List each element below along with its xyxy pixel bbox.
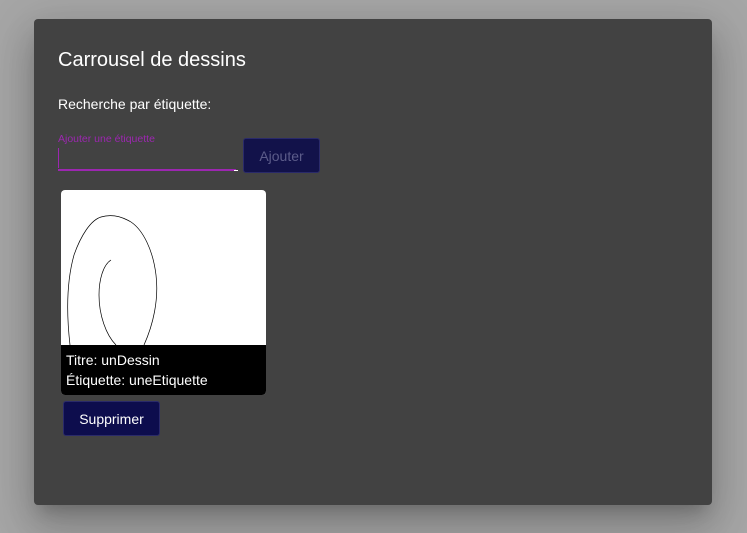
tag-field-underline-tail (234, 170, 238, 171)
drawing-caption: Titre: unDessin Étiquette: uneEtiquette (61, 345, 266, 395)
search-by-tag-label: Recherche par étiquette: (58, 96, 212, 112)
drawing-stroke (67, 215, 158, 345)
drawing-carousel-dialog: Carrousel de dessins Recherche par étiqu… (34, 19, 712, 505)
tag-field-underline (58, 169, 236, 171)
drawing-preview (67, 215, 158, 345)
tag-input[interactable] (58, 148, 234, 168)
tag-field-label: Ajouter une étiquette (58, 133, 155, 145)
delete-drawing-button[interactable]: Supprimer (63, 401, 160, 436)
add-tag-button[interactable]: Ajouter (243, 138, 320, 173)
drawing-stroke-inner (98, 259, 117, 345)
dialog-title: Carrousel de dessins (58, 49, 246, 71)
tag-form-field: Ajouter une étiquette (58, 132, 238, 172)
drawing-tag: Étiquette: uneEtiquette (66, 372, 208, 388)
drawing-title: Titre: unDessin (66, 352, 160, 368)
drawing-card[interactable]: Titre: unDessin Étiquette: uneEtiquette (61, 190, 266, 395)
